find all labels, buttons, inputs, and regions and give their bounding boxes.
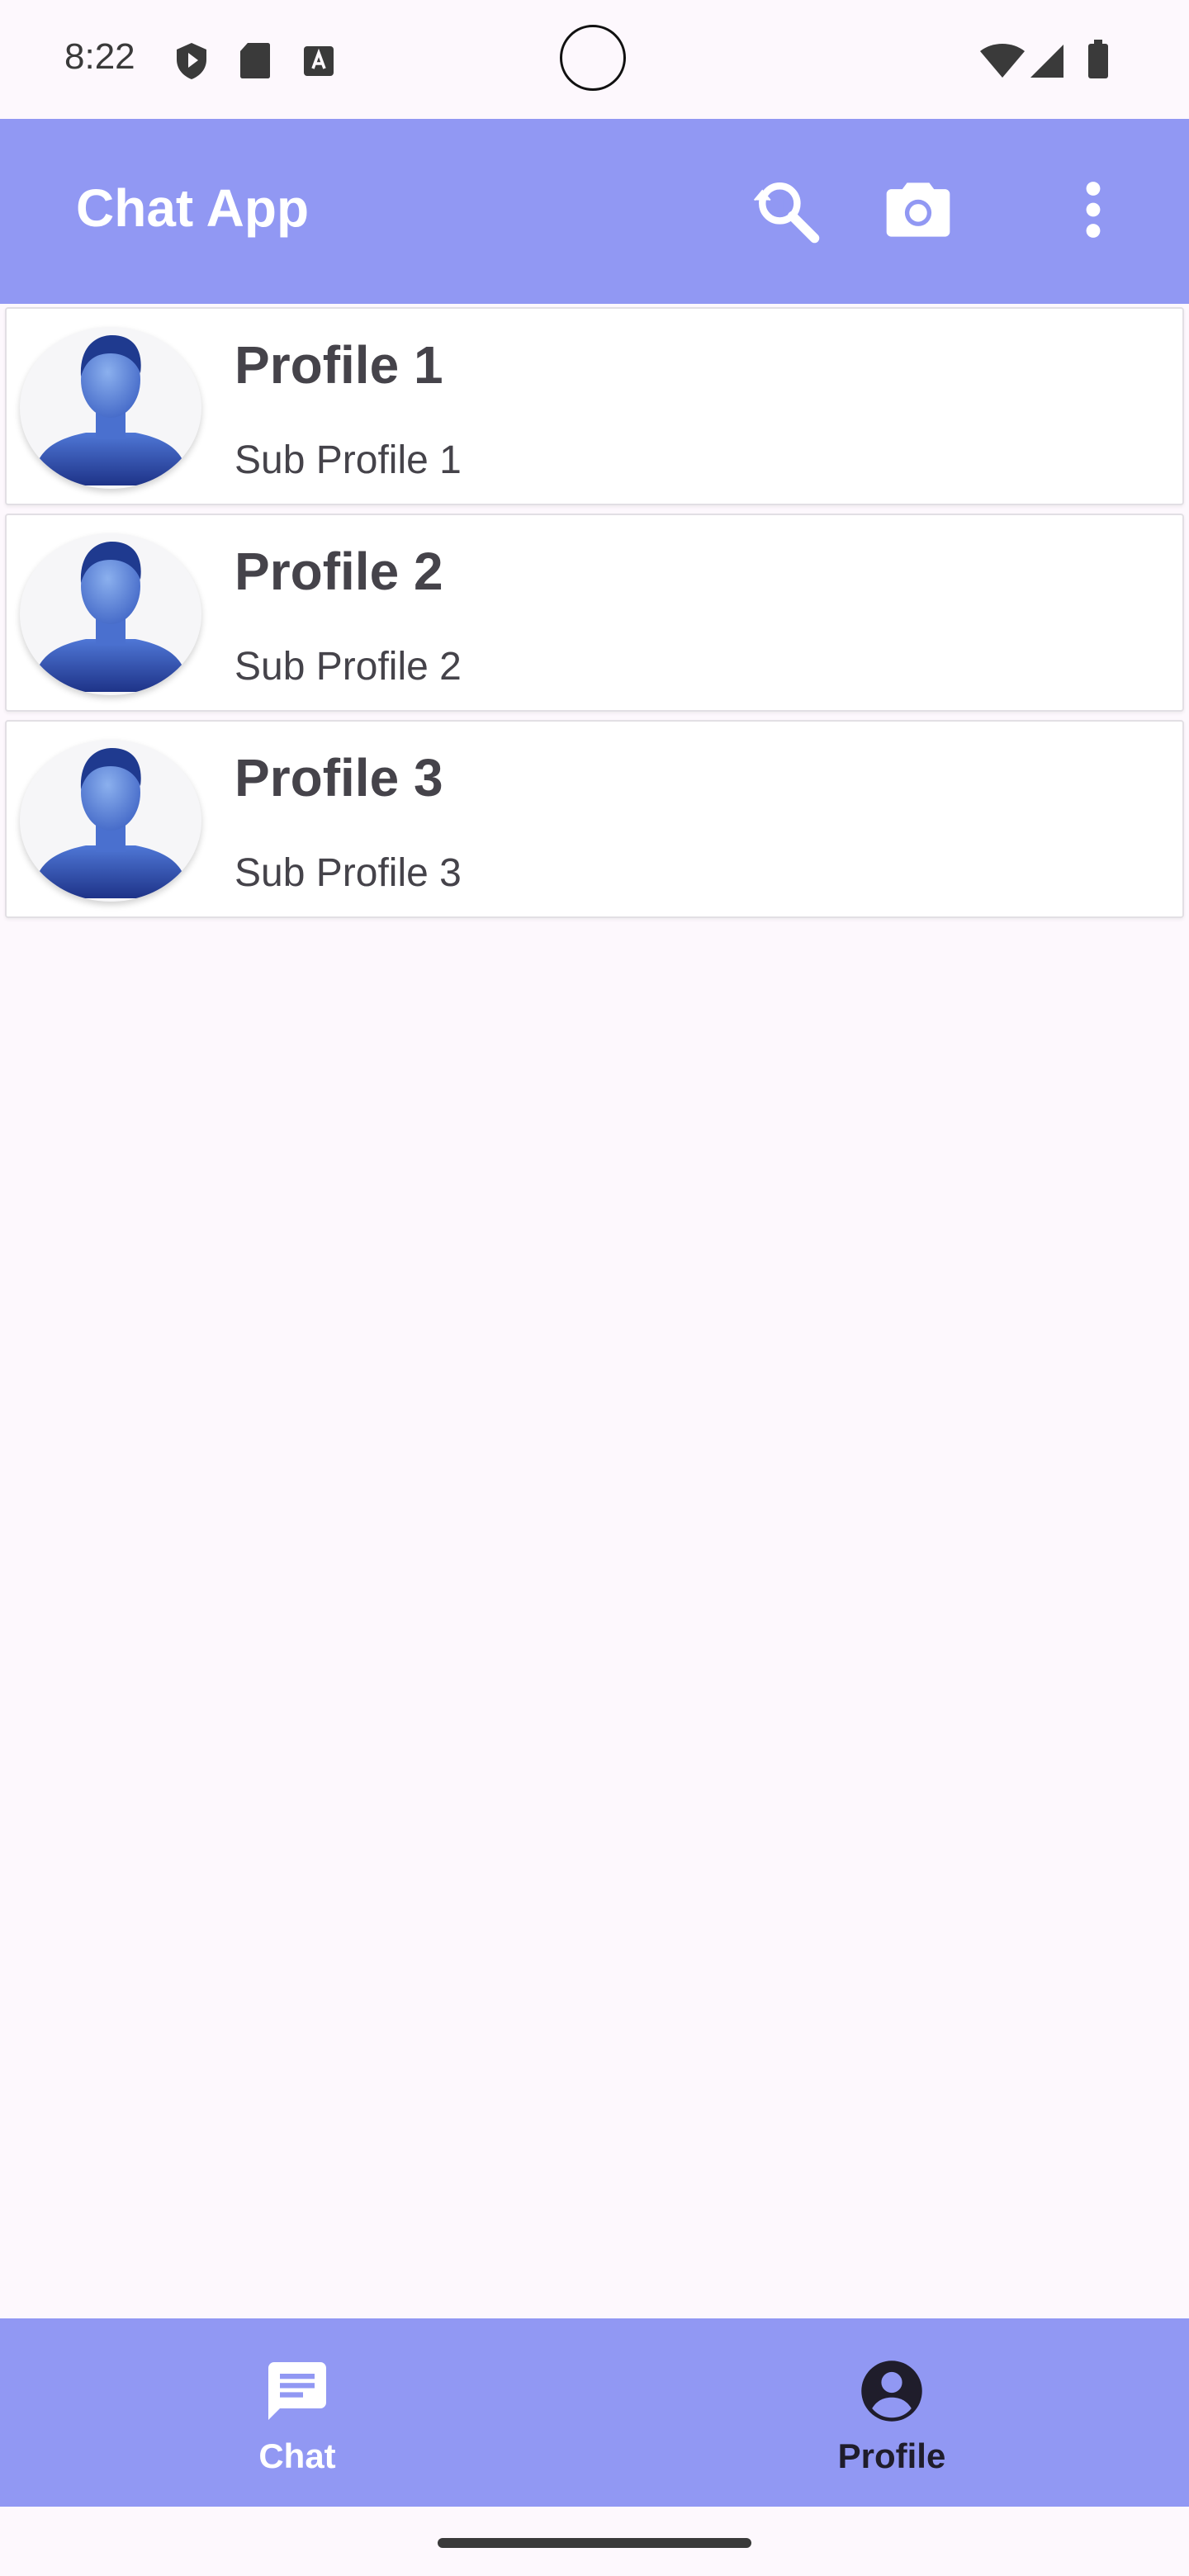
app-bar: Chat App <box>0 119 1189 304</box>
sd-card-icon <box>239 41 271 83</box>
gesture-navigation-area <box>0 2507 1189 2576</box>
nav-item-chat[interactable]: Chat <box>0 2318 594 2507</box>
status-time: 8:22 <box>64 36 135 77</box>
avatar <box>20 740 201 902</box>
bottom-navigation: Chat Profile <box>0 2318 1189 2507</box>
chat-icon <box>263 2356 332 2426</box>
list-item[interactable]: Profile 1 Sub Profile 1 <box>5 307 1184 505</box>
profile-name: Profile 1 <box>234 335 443 395</box>
list-item[interactable]: Profile 3 Sub Profile 3 <box>5 720 1184 918</box>
more-vert-icon <box>1083 180 1103 244</box>
battery-icon <box>1087 40 1110 83</box>
account-circle-icon <box>857 2356 926 2426</box>
status-bar: 8:22 <box>0 0 1189 119</box>
person-avatar-icon <box>20 748 201 902</box>
nav-item-profile[interactable]: Profile <box>594 2318 1189 2507</box>
profile-name: Profile 3 <box>234 748 443 807</box>
search-refresh-icon <box>748 172 824 252</box>
person-avatar-icon <box>20 335 201 489</box>
profile-name: Profile 2 <box>234 542 443 601</box>
wifi-icon <box>979 43 1026 83</box>
gesture-handle[interactable] <box>438 2538 751 2548</box>
person-avatar-icon <box>20 542 201 695</box>
camera-button[interactable] <box>877 170 959 253</box>
shield-icon <box>173 41 210 85</box>
profile-subtitle: Sub Profile 2 <box>234 645 462 689</box>
profile-list: Profile 1 Sub Profile 1 Profile 2 Sub Pr… <box>5 307 1184 926</box>
nav-label-profile: Profile <box>837 2436 946 2475</box>
cell-signal-icon <box>1029 43 1065 83</box>
profile-subtitle: Sub Profile 3 <box>234 851 462 895</box>
camera-cutout <box>560 25 626 91</box>
avatar <box>20 533 201 695</box>
search-refresh-button[interactable] <box>745 170 827 253</box>
nav-label-chat: Chat <box>258 2436 336 2475</box>
more-options-button[interactable] <box>1052 170 1135 253</box>
app-title: Chat App <box>76 178 310 238</box>
avatar <box>20 327 201 489</box>
keyboard-a-icon <box>302 45 335 82</box>
camera-icon <box>880 172 956 252</box>
list-item[interactable]: Profile 2 Sub Profile 2 <box>5 514 1184 712</box>
profile-subtitle: Sub Profile 1 <box>234 438 462 482</box>
